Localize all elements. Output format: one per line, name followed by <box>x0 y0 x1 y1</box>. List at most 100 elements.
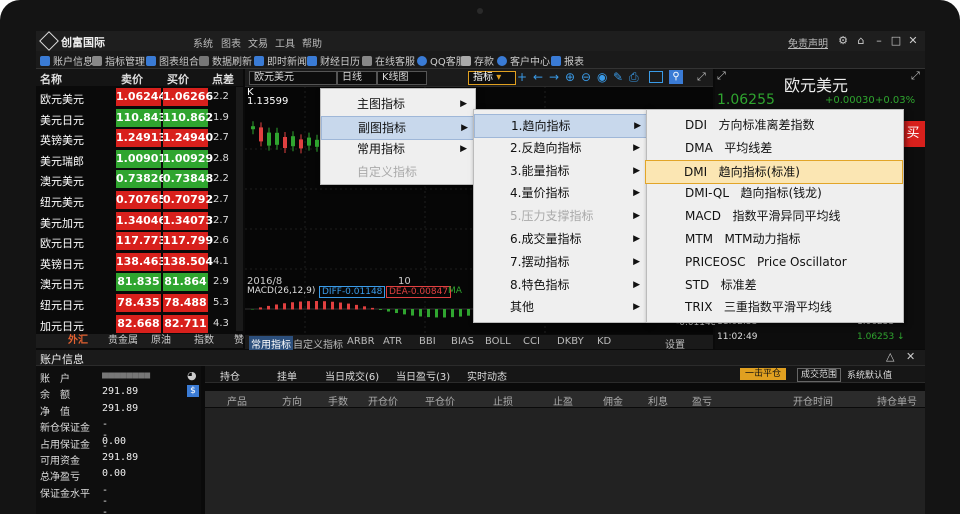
close-icon[interactable]: ✕ <box>906 34 920 48</box>
symbol-select[interactable]: 欧元美元 <box>249 71 337 85</box>
arrow-left-icon[interactable]: ← <box>533 70 543 84</box>
indicator-menu-item[interactable]: 主图指标 ▶ <box>321 93 475 115</box>
indicator-option[interactable]: DMI 趋向指标(标准) <box>645 159 903 184</box>
toolbar-news[interactable]: 即时新闻 <box>254 53 307 68</box>
panel-expand-right-icon[interactable]: ⤢ <box>911 69 920 83</box>
toolbar-client-center[interactable]: 客户中心 <box>497 53 550 68</box>
tab-more[interactable]: 赞 <box>234 334 244 348</box>
quote-bid[interactable]: 110.843 <box>116 108 166 127</box>
sub-indicator-menu-item[interactable]: 4.量价指标 ▶ <box>474 182 648 204</box>
indicator-tab[interactable]: 自定义指标 <box>293 336 343 351</box>
print-icon[interactable]: ⎙ <box>629 70 639 85</box>
indicator-option[interactable]: DMA 平均线差 <box>647 137 903 159</box>
column-header[interactable]: 持仓单号 <box>877 393 917 408</box>
tab-positions[interactable]: 持仓 <box>220 368 240 383</box>
sub-indicator-menu-item[interactable]: 3.能量指标 ▶ <box>474 160 648 182</box>
toolbar-indicator-mgmt[interactable]: 指标管理 <box>92 53 145 68</box>
toolbar-deposit[interactable]: 存款 <box>461 53 494 68</box>
indicator-tab[interactable]: CCI <box>523 336 540 347</box>
expand-panel-icon[interactable]: ⤢ <box>717 69 726 83</box>
tab-live-updates[interactable]: 实时动态 <box>467 368 507 383</box>
column-header[interactable]: 手数 <box>328 393 348 408</box>
quote-bid[interactable]: 1.34046 <box>116 211 166 230</box>
quote-bid[interactable]: 1.00901 <box>116 149 166 168</box>
quote-ask[interactable]: 1.06266 <box>163 88 213 106</box>
menu-tools[interactable]: 工具 <box>275 35 295 50</box>
quote-ask[interactable]: 1.24940 <box>163 129 213 148</box>
period-select[interactable]: 日线 <box>337 71 377 85</box>
column-header[interactable]: 开仓时间 <box>793 393 833 408</box>
indicator-option[interactable]: DMI-QL 趋向指标(钱龙) <box>647 182 903 204</box>
chart-type-select[interactable]: K线图 <box>377 71 427 85</box>
toolbar-chart-combo[interactable]: 图表组合 <box>146 53 199 68</box>
quote-ask[interactable]: 138.504 <box>163 252 213 271</box>
zoom-in-icon[interactable]: ⊕ <box>565 70 575 84</box>
indicator-option[interactable]: MACD 指数平滑异同平均线 <box>647 205 903 227</box>
tab-index[interactable]: 指数 <box>194 334 214 348</box>
expand-icon[interactable]: ⤢ <box>697 70 706 84</box>
tab-pending-orders[interactable]: 挂单 <box>277 368 297 383</box>
quote-ask[interactable]: 0.70792 <box>163 191 213 209</box>
indicator-option[interactable]: DDI 方向标准离差指数 <box>647 114 903 136</box>
disclaimer-link[interactable]: 免责声明 <box>788 35 828 50</box>
quote-bid[interactable]: 117.773 <box>116 232 166 251</box>
tab-metals[interactable]: 贵金属 <box>108 334 138 348</box>
quote-row[interactable]: 澳元日元 81.835 81.864 2.9 <box>36 272 243 293</box>
indicator-tab[interactable]: KD <box>597 336 611 347</box>
tab-today-pnl[interactable]: 当日盈亏(3) <box>396 368 450 383</box>
indicator-menu-item[interactable]: 常用指标 ▶ <box>321 138 475 160</box>
lock-icon[interactable]: ⌂ <box>854 34 868 48</box>
sub-indicator-menu-item[interactable]: 6.成交量指标 ▶ <box>474 228 648 250</box>
indicator-tab[interactable]: DKBY <box>557 336 584 347</box>
arrow-right-icon[interactable]: → <box>549 70 559 84</box>
quote-row[interactable]: 美元加元 1.34046 1.34073 2.7 <box>36 211 243 232</box>
column-header[interactable]: 开仓价 <box>368 393 398 408</box>
sub-indicator-menu-item[interactable]: 7.摆动指标 ▶ <box>474 251 648 273</box>
indicator-option[interactable]: PRICEOSC Price Oscillator <box>647 251 903 273</box>
rect-icon[interactable] <box>649 71 663 83</box>
quote-ask[interactable]: 0.73848 <box>163 170 213 189</box>
quote-row[interactable]: 英镑美元 1.24913 1.24940 2.7 <box>36 128 243 149</box>
column-header[interactable]: 利息 <box>648 393 668 408</box>
column-header[interactable]: 止损 <box>493 393 513 408</box>
quote-bid[interactable]: 82.668 <box>116 314 161 333</box>
quote-ask[interactable]: 82.711 <box>163 314 208 333</box>
quote-row[interactable]: 纽元美元 0.70765 0.70792 2.7 <box>36 190 243 211</box>
maximize-icon[interactable]: □ <box>889 34 903 48</box>
quote-row[interactable]: 欧元美元 1.06244 1.06266 2.2 <box>36 87 243 108</box>
quote-row[interactable]: 英镑日元 138.463 138.504 4.1 <box>36 252 243 273</box>
one-click-close-button[interactable]: 一击平仓 <box>740 368 786 380</box>
quote-bid[interactable]: 138.463 <box>116 252 166 271</box>
minimize-icon[interactable]: – <box>872 34 886 48</box>
panel-close-icon[interactable]: ✕ <box>906 350 915 363</box>
quote-ask[interactable]: 1.00929 <box>163 149 213 168</box>
indicator-menu-item[interactable]: 副图指标 ▶ <box>321 115 477 140</box>
crosshair-icon[interactable]: + <box>517 70 527 84</box>
dollar-icon[interactable]: $ <box>187 385 199 397</box>
collapse-icon[interactable]: △ <box>886 350 894 363</box>
sub-indicator-menu-item[interactable]: 1.趋向指标 ▶ <box>474 114 650 138</box>
indicator-tab[interactable]: BBI <box>419 336 436 347</box>
indicator-option[interactable]: STD 标准差 <box>647 274 903 296</box>
quote-scrollbar[interactable] <box>236 87 243 331</box>
toolbar-calendar[interactable]: 财经日历 <box>307 53 360 68</box>
toolbar-account-info[interactable]: 账户信息 <box>40 53 93 68</box>
quote-bid[interactable]: 0.70765 <box>116 191 166 209</box>
column-header[interactable]: 盈亏 <box>692 393 712 408</box>
menu-trade[interactable]: 文易 <box>248 35 268 50</box>
indicator-tab[interactable]: 设置 <box>665 336 685 351</box>
indicator-tab[interactable]: ARBR <box>347 336 375 347</box>
indicator-button[interactable]: 指标 ▾ <box>468 71 516 85</box>
quote-bid[interactable]: 81.835 <box>116 273 161 292</box>
indicator-tab[interactable]: ATR <box>383 336 402 347</box>
mask-icon[interactable]: ◕ <box>187 369 197 382</box>
indicator-tab[interactable]: BIAS <box>451 336 474 347</box>
column-header[interactable]: 平仓价 <box>425 393 455 408</box>
sub-indicator-menu-item[interactable]: 8.特色指标 ▶ <box>474 274 648 296</box>
quote-ask[interactable]: 78.488 <box>163 294 208 312</box>
toolbar-qq-service[interactable]: QQ客服 <box>417 53 466 68</box>
toolbar-report[interactable]: 报表 <box>551 53 584 68</box>
sub-indicator-menu-item[interactable]: 其他 ▶ <box>474 296 648 318</box>
indicator-tab[interactable]: 常用指标 <box>249 336 293 351</box>
deal-range-button[interactable]: 成交范围 <box>797 368 841 382</box>
